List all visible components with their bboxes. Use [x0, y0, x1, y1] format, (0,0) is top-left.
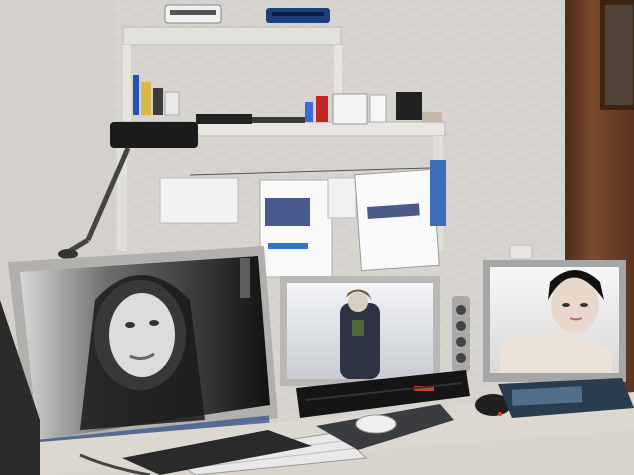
right-monitor [483, 260, 626, 390]
joker-figure [340, 303, 380, 379]
photo-illustration [0, 0, 634, 475]
speaker [452, 296, 470, 372]
left-monitor [8, 246, 278, 454]
desk-setup-photo [0, 0, 634, 475]
wall-socket [509, 244, 533, 260]
mouse [355, 414, 397, 434]
center-monitor [280, 276, 440, 386]
